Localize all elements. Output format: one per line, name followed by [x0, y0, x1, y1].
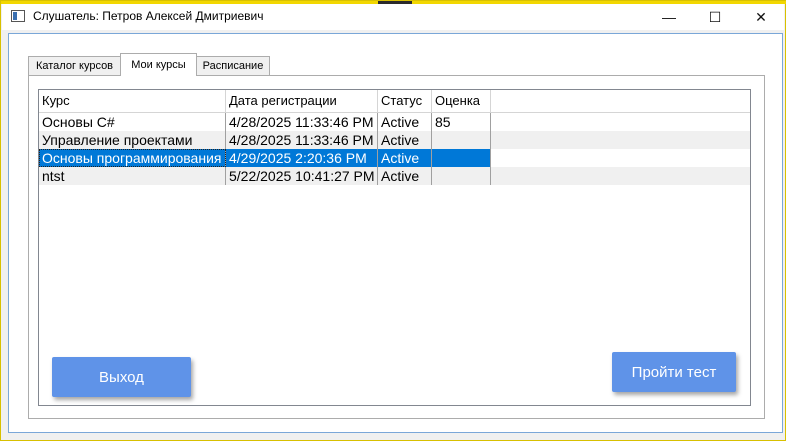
table-row-selected[interactable]: Основы программирования 4/29/2025 2:20:3…	[39, 149, 750, 167]
cell-registration-date: 4/28/2025 11:33:46 PM	[226, 131, 378, 149]
cell-course: Основы C#	[39, 113, 226, 131]
cell-status: Active	[378, 113, 432, 131]
table-row[interactable]: Основы C# 4/28/2025 11:33:46 PM Active 8…	[39, 113, 750, 131]
app-window: Слушатель: Петров Алексей Дмитриевич — ☐…	[0, 0, 786, 441]
title-bar[interactable]: Слушатель: Петров Алексей Дмитриевич — ☐…	[2, 4, 784, 30]
exit-button[interactable]: Выход	[52, 357, 191, 397]
tab-course-catalog[interactable]: Каталог курсов	[28, 56, 121, 75]
tab-schedule[interactable]: Расписание	[196, 56, 270, 75]
window-app-icon	[11, 10, 25, 22]
cell-registration-date: 4/29/2025 2:20:36 PM	[226, 149, 378, 167]
take-test-button[interactable]: Пройти тест	[612, 352, 736, 392]
cell-status: Active	[378, 167, 432, 185]
cell-grade	[432, 167, 491, 185]
cell-registration-date: 5/22/2025 10:41:27 PM	[226, 167, 378, 185]
cell-status: Active	[378, 149, 432, 167]
column-header-grade[interactable]: Оценка	[432, 90, 491, 112]
grid-header: Курс Дата регистрации Статус Оценка	[39, 90, 750, 113]
cell-course: Основы программирования	[39, 149, 226, 167]
cell-grade	[432, 131, 491, 149]
cell-course: ntst	[39, 167, 226, 185]
cell-registration-date: 4/28/2025 11:33:46 PM	[226, 113, 378, 131]
cell-grade	[432, 149, 491, 167]
maximize-button[interactable]: ☐	[692, 4, 738, 30]
column-header-course[interactable]: Курс	[39, 90, 226, 112]
cell-grade: 85	[432, 113, 491, 131]
table-row[interactable]: Управление проектами 4/28/2025 11:33:46 …	[39, 131, 750, 149]
column-header-status[interactable]: Статус	[378, 90, 432, 112]
cell-course: Управление проектами	[39, 131, 226, 149]
close-button[interactable]: ✕	[738, 4, 784, 30]
cell-status: Active	[378, 131, 432, 149]
tab-my-courses[interactable]: Мои курсы	[120, 53, 197, 76]
table-row[interactable]: ntst 5/22/2025 10:41:27 PM Active	[39, 167, 750, 185]
window-title: Слушатель: Петров Алексей Дмитриевич	[33, 9, 264, 23]
column-header-registration-date[interactable]: Дата регистрации	[226, 90, 378, 112]
minimize-button[interactable]: —	[646, 4, 692, 30]
